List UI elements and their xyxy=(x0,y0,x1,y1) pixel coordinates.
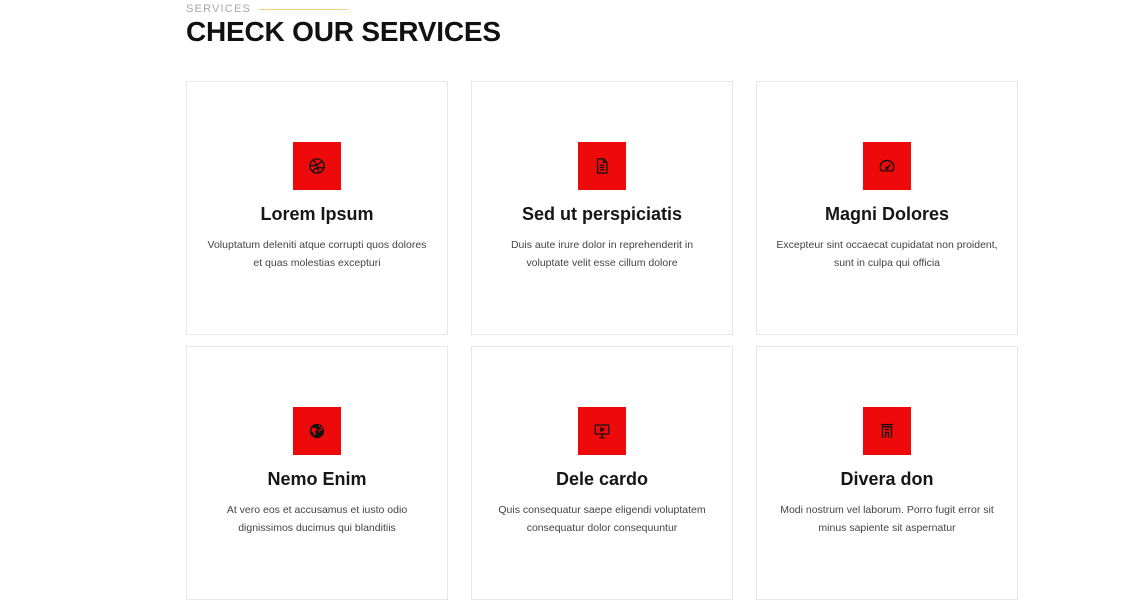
service-description: Duis aute irure dolor in reprehenderit i… xyxy=(510,239,694,269)
service-card: Nemo Enim At vero eos et accusamus et iu… xyxy=(186,346,448,600)
speedometer-icon xyxy=(863,142,911,190)
eyebrow-label: SERVICES xyxy=(186,3,252,15)
service-card: Divera don Modi nostrum vel laborum. Por… xyxy=(756,346,1018,600)
service-description: Voluptatum deleniti atque corrupti quos … xyxy=(207,239,427,269)
service-card: Dele cardo Quis consequatur saepe eligen… xyxy=(471,346,733,600)
section-title: CHECK OUR SERVICES xyxy=(186,16,501,47)
presentation-icon xyxy=(578,407,626,455)
services-grid: Lorem Ipsum Voluptatum deleniti atque co… xyxy=(186,81,1018,600)
file-text-icon xyxy=(578,142,626,190)
service-card: Sed ut perspiciatis Duis aute irure dolo… xyxy=(471,81,733,335)
section-eyebrow: SERVICES xyxy=(186,3,349,15)
globe-icon xyxy=(293,407,341,455)
eyebrow-divider xyxy=(259,8,349,10)
service-card: Lorem Ipsum Voluptatum deleniti atque co… xyxy=(186,81,448,335)
dribbble-icon xyxy=(293,142,341,190)
service-description: At vero eos et accusamus et iusto odio d… xyxy=(226,504,408,534)
service-title: Nemo Enim xyxy=(267,469,367,489)
service-card: Magni Dolores Excepteur sint occaecat cu… xyxy=(756,81,1018,335)
service-title: Divera don xyxy=(840,469,934,489)
service-description: Modi nostrum vel laborum. Porro fugit er… xyxy=(780,504,994,534)
service-title: Lorem Ipsum xyxy=(260,204,374,224)
service-title: Dele cardo xyxy=(555,469,649,489)
service-description: Excepteur sint occaecat cupidatat non pr… xyxy=(776,239,998,269)
building-icon xyxy=(863,407,911,455)
service-title: Magni Dolores xyxy=(824,204,949,224)
service-title: Sed ut perspiciatis xyxy=(521,204,683,224)
service-description: Quis consequatur saepe eligendi voluptat… xyxy=(498,504,706,534)
